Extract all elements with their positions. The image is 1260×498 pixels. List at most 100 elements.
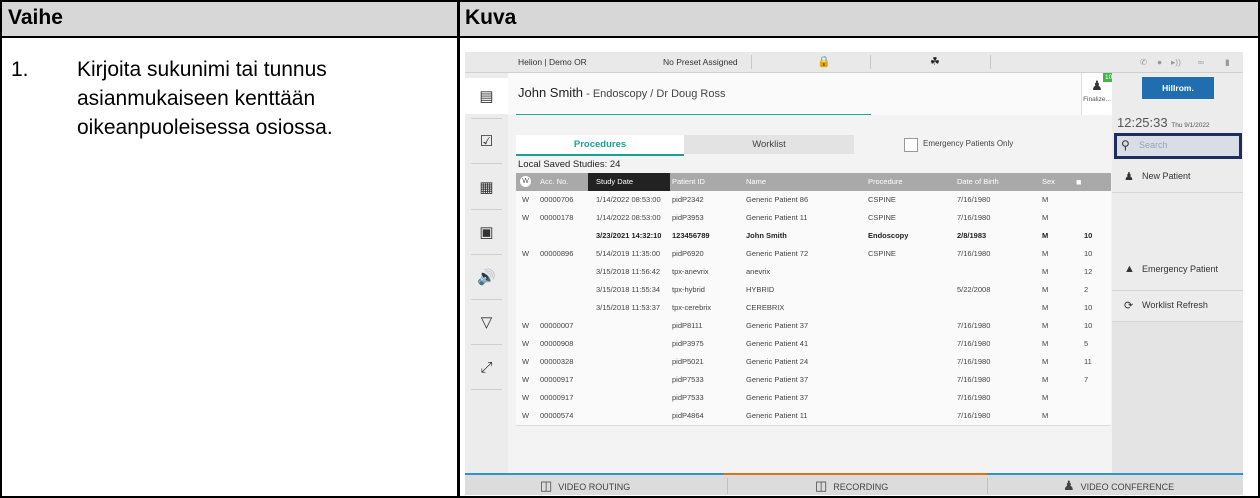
table-row[interactable]: W 00000908 pidP3975 Generic Patient 41 7/16/… [516, 335, 1111, 354]
patient-name: John Smith [518, 85, 584, 100]
cell-dob: 7/16/1980 [957, 339, 991, 348]
topbar-divider [751, 55, 752, 69]
cell-pid: pidP8111 [672, 321, 703, 330]
checklist-icon[interactable]: ☑ [465, 123, 508, 159]
cell-name: Generic Patient 11 [746, 213, 808, 222]
tab-worklist[interactable]: Worklist [684, 135, 854, 154]
table-row[interactable]: W 00000896 5/14/2019 11:35:00 pidP6920 Gener… [516, 245, 1111, 264]
patient-card-icon[interactable]: ▤ [465, 78, 508, 114]
col-patient-id[interactable]: Patient ID [672, 173, 705, 191]
table-row[interactable]: W 00000917 pidP7533 Generic Patient 37 7/16/… [516, 389, 1111, 408]
nav-divider [471, 254, 502, 255]
cell-sex: M [1042, 357, 1049, 366]
table-row[interactable]: 3/15/2018 11:53:37 tpx-cerebrix CEREBRIX M 1… [516, 299, 1111, 318]
recording-button[interactable]: ◫ RECORDING [815, 475, 888, 495]
cell-cnt: 10 [1084, 231, 1093, 240]
cell-sex: M [1042, 321, 1049, 330]
cell-sex: M [1042, 339, 1049, 348]
cell-acc: 00000896 [540, 249, 574, 258]
cell-dob: 7/16/1980 [957, 411, 991, 420]
speaker-icon[interactable]: 🔊 [465, 259, 508, 295]
cell-dob: 7/16/1980 [957, 213, 991, 222]
video-routing-label: VIDEO ROUTING [558, 482, 631, 492]
col-acc-no[interactable]: Acc. No. [540, 173, 568, 191]
brand-logo: Hillrom. [1142, 77, 1214, 99]
cell-pid: pidP3975 [672, 339, 704, 348]
surgical-light-icon[interactable]: ▽ [465, 304, 508, 340]
cell-proc: CSPINE [868, 213, 896, 222]
emergency-only-checkbox[interactable] [904, 138, 918, 152]
video-routing-button[interactable]: ◫ VIDEO ROUTING [540, 475, 630, 495]
worklist-refresh-button[interactable]: ⟳ Worklist Refresh [1112, 291, 1243, 322]
cell-sex: M [1042, 375, 1049, 384]
cell-acc: 00000178 [540, 213, 574, 222]
folder-icon[interactable]: ■ [1076, 173, 1081, 191]
cell-proc: CSPINE [868, 249, 896, 258]
clock-time: 12:25:33 [1117, 115, 1168, 130]
patient-transfer-icon[interactable]: ☘ [930, 52, 940, 72]
table-row[interactable]: 3/15/2018 11:55:34 tpx-hybrid HYBRID 5/22/2… [516, 281, 1111, 300]
table-border-left [0, 0, 2, 498]
lock-icon[interactable]: 🔒 [817, 52, 831, 72]
table-row[interactable]: W 00000574 pidP4864 Generic Patient 11 7/16/… [516, 407, 1111, 426]
col-sex[interactable]: Sex [1042, 173, 1055, 191]
cell-name: Generic Patient 41 [746, 339, 809, 348]
phone-icon[interactable]: ✆ [1140, 52, 1147, 72]
cell-w: W [522, 393, 530, 402]
patient-detail: - Endoscopy / Dr Doug Ross [583, 88, 726, 100]
table-row[interactable]: W 00000007 pidP8111 Generic Patient 37 7/16/… [516, 317, 1111, 336]
emergency-light-icon: ▲ [1124, 263, 1135, 275]
col-w[interactable]: W [520, 176, 531, 187]
cell-sex: M [1042, 285, 1049, 294]
screenshot-figure: Helion | Demo OR No Preset Assigned 🔒 ☘ … [465, 52, 1243, 495]
cell-pid: tpx-hybrid [672, 285, 705, 294]
cell-acc: 00000574 [540, 411, 574, 420]
new-patient-button[interactable]: ♟ New Patient [1112, 162, 1243, 193]
tab-procedures[interactable]: Procedures [516, 135, 684, 156]
recording-icon: ◫ [815, 478, 828, 493]
battery-icon: ▮ [1225, 57, 1230, 67]
col-image-header: Kuva [465, 6, 517, 29]
col-study-date[interactable]: Study Date [588, 173, 670, 191]
layout-icon[interactable]: ▦ [465, 169, 508, 205]
emergency-patient-button[interactable]: ▲ Emergency Patient [1112, 250, 1243, 291]
cell-date: 1/14/2022 08:53:00 [596, 213, 661, 222]
search-placeholder: Search [1139, 140, 1168, 150]
nav-divider [471, 118, 502, 119]
table-row[interactable]: W 00000178 1/14/2022 08:53:00 pidP3953 Gener… [516, 209, 1111, 228]
cell-name: Generic Patient 37 [746, 393, 809, 402]
bottom-divider [727, 478, 728, 494]
local-saved-count: Local Saved Studies: 24 [518, 159, 621, 170]
emergency-only-label: Emergency Patients Only [923, 139, 1014, 148]
cell-date: 3/15/2018 11:53:37 [596, 303, 661, 312]
displays-icon[interactable]: ▣ [465, 214, 508, 250]
finalize-label: Finalize... [1083, 96, 1111, 103]
refresh-icon: ⟳ [1124, 300, 1134, 312]
col-name[interactable]: Name [746, 173, 766, 191]
col-procedure[interactable]: Procedure [868, 173, 903, 191]
search-field[interactable]: ⚲ Search [1114, 133, 1242, 159]
col-dob[interactable]: Date of Birth [957, 173, 999, 191]
step-number: 1. [11, 58, 29, 81]
cell-pid: tpx-cerebrix [672, 303, 712, 312]
table-row[interactable]: 3/15/2018 11:56:42 tpx-anevrix anevrix M 12 [516, 263, 1111, 282]
nav-divider [471, 344, 502, 345]
video-conference-button[interactable]: ♟ VIDEO CONFERENCE [1063, 475, 1174, 495]
table-row[interactable]: W 00000706 1/14/2022 08:53:00 pidP2342 Gener… [516, 191, 1111, 210]
worklist-refresh-label: Worklist Refresh [1142, 300, 1208, 310]
right-panel-background [1112, 322, 1243, 473]
table-row[interactable]: W 00000328 pidP5021 Generic Patient 24 7/16/… [516, 353, 1111, 372]
table-row[interactable]: 3/23/2021 14:32:10 123456789 John Smith End… [516, 227, 1111, 246]
cell-date: 1/14/2022 08:53:00 [596, 195, 661, 204]
fullscreen-icon[interactable]: ⤢ [465, 349, 508, 385]
volume-icon[interactable]: ▸)) [1171, 52, 1181, 72]
new-patient-label: New Patient [1142, 171, 1191, 181]
table-row[interactable]: W 00000917 pidP7533 Generic Patient 37 7/16/… [516, 371, 1111, 390]
cell-acc: 00000908 [540, 339, 574, 348]
cell-dob: 7/16/1980 [957, 393, 991, 402]
cell-cnt: 10 [1084, 321, 1093, 330]
cell-sex: M [1042, 249, 1049, 258]
video-conference-icon: ♟ [1063, 478, 1075, 493]
cell-dob: 7/16/1980 [957, 321, 991, 330]
video-conference-label: VIDEO CONFERENCE [1080, 482, 1175, 492]
